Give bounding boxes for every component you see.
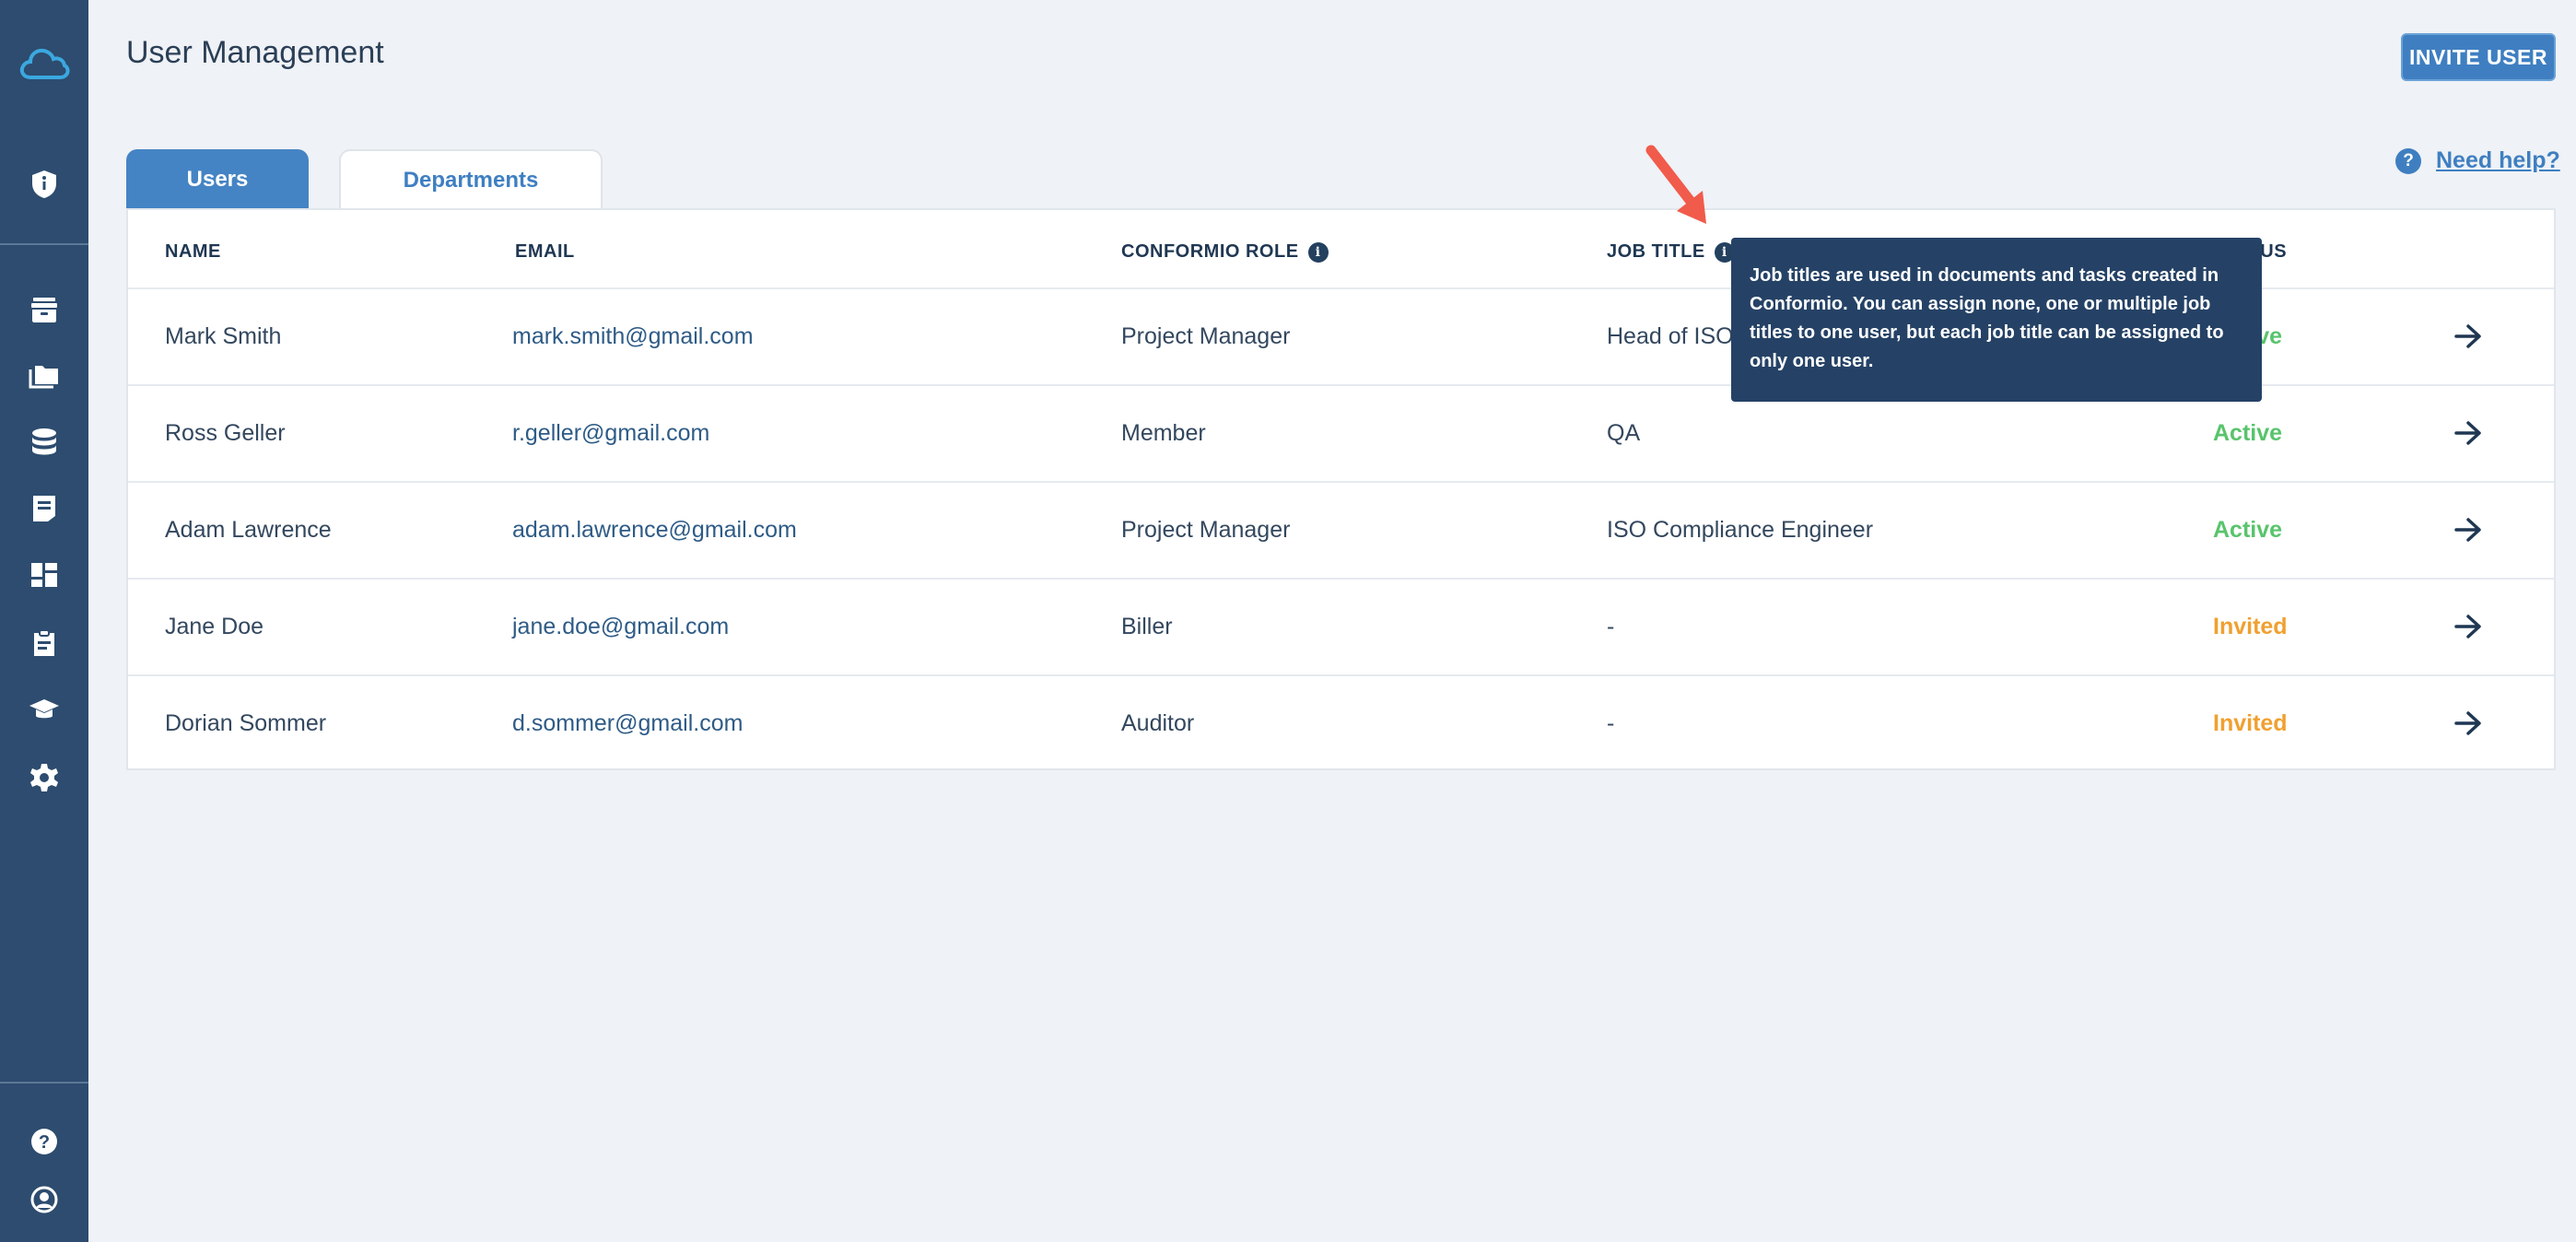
cell-email: d.sommer@gmail.com (512, 710, 744, 736)
cell-email: adam.lawrence@gmail.com (512, 517, 797, 543)
cell-job-title: ISO Compliance Engineer (1607, 517, 1874, 543)
tab-departments[interactable]: Departments (339, 149, 603, 210)
need-help-link[interactable]: ? Need help? (2395, 147, 2560, 174)
cell-job-title: Head of ISO (1607, 323, 1734, 349)
need-help-label[interactable]: Need help? (2436, 147, 2560, 174)
role-info-icon[interactable]: i (1307, 241, 1329, 263)
cell-email: mark.smith@gmail.com (512, 323, 754, 349)
page-title: User Management (126, 35, 384, 70)
archive-icon[interactable] (0, 284, 88, 335)
table-row[interactable]: Jane Doe jane.doe@gmail.com Biller - Invited (128, 578, 2554, 674)
cell-name: Dorian Sommer (165, 710, 327, 736)
user-account-icon[interactable] (0, 1174, 88, 1225)
status-badge: Active (2213, 517, 2283, 543)
open-user-arrow-icon[interactable] (2445, 700, 2491, 746)
cell-job-title: - (1607, 710, 1615, 736)
open-user-arrow-icon[interactable] (2445, 313, 2491, 359)
column-header-name: NAME (165, 241, 221, 262)
tab-users[interactable]: Users (126, 149, 309, 210)
cell-role: Project Manager (1121, 517, 1291, 543)
cell-email: jane.doe@gmail.com (512, 614, 730, 639)
cell-name: Ross Geller (165, 420, 286, 446)
cloud-logo-icon[interactable] (0, 39, 88, 90)
document-icon[interactable] (0, 483, 88, 534)
column-header-job-title: JOB TITLE i (1607, 241, 1735, 263)
svg-text:?: ? (39, 1132, 50, 1153)
shield-icon[interactable] (0, 158, 88, 210)
invite-user-button[interactable]: INVITE USER (2401, 33, 2556, 81)
sidebar: ? (0, 0, 88, 1242)
job-title-tooltip: Job titles are used in documents and tas… (1731, 238, 2262, 402)
open-user-arrow-icon[interactable] (2445, 410, 2491, 456)
status-badge: Invited (2213, 614, 2288, 639)
cell-email: r.geller@gmail.com (512, 420, 710, 446)
annotation-arrow-icon (1645, 145, 1706, 224)
graduation-cap-icon[interactable] (0, 684, 88, 735)
cell-job-title: QA (1607, 420, 1641, 446)
clipboard-icon[interactable] (0, 617, 88, 669)
gear-icon[interactable] (0, 752, 88, 803)
sidebar-divider (0, 243, 88, 245)
cell-name: Jane Doe (165, 614, 264, 639)
open-user-arrow-icon[interactable] (2445, 507, 2491, 553)
cell-role: Member (1121, 420, 1206, 446)
sidebar-divider-bottom (0, 1082, 88, 1084)
status-badge: Invited (2213, 710, 2288, 736)
cell-role: Biller (1121, 614, 1173, 639)
cell-role: Auditor (1121, 710, 1195, 736)
table-row[interactable]: Dorian Sommer d.sommer@gmail.com Auditor - I… (128, 674, 2554, 771)
cell-job-title: - (1607, 614, 1615, 639)
cell-role: Project Manager (1121, 323, 1291, 349)
question-icon: ? (2395, 147, 2421, 174)
open-user-arrow-icon[interactable] (2445, 603, 2491, 650)
column-header-email: EMAIL (515, 241, 575, 262)
folders-icon[interactable] (0, 350, 88, 402)
column-header-role: CONFORMIO ROLE i (1121, 241, 1329, 263)
cell-name: Mark Smith (165, 323, 282, 349)
help-icon[interactable]: ? (0, 1116, 88, 1167)
database-icon[interactable] (0, 416, 88, 468)
dashboard-icon[interactable] (0, 549, 88, 601)
cell-name: Adam Lawrence (165, 517, 332, 543)
table-row[interactable]: Adam Lawrence adam.lawrence@gmail.com Proj… (128, 481, 2554, 578)
